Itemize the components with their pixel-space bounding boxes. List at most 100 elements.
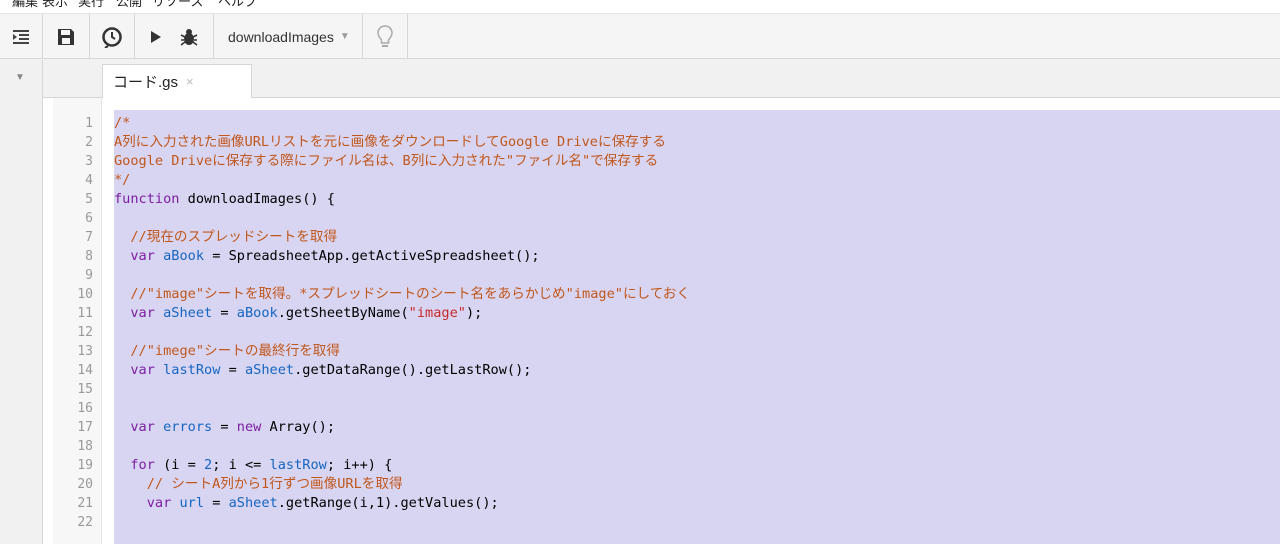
menu-resources[interactable]: リソース xyxy=(152,0,203,10)
line-number: 18 xyxy=(77,439,93,454)
line-number: 9 xyxy=(85,268,93,283)
function-select-label: downloadImages xyxy=(228,28,334,45)
code-token: //"image"シートを取得。*スプレッドシートのシート名をあらかじめ"ima… xyxy=(130,286,691,302)
code-token: ; i++) { xyxy=(326,457,393,473)
code-token: */ xyxy=(114,172,131,188)
code-line[interactable]: 3 Google Driveに保存する際にファイル名は、B列に入力された"ファイル… xyxy=(43,152,1280,171)
code-token: for xyxy=(130,457,155,473)
code-editor[interactable]: 1 /* 2 A列に入力された画像URLリストを元に画像をダウンロードしてGoogle… xyxy=(43,98,1280,544)
code-token: new xyxy=(236,419,262,435)
code-line[interactable]: 10 //"image"シートを取得。*スプレッドシートのシート名をあらかじめ"… xyxy=(43,285,1280,304)
code-token: = xyxy=(212,305,237,321)
code-line[interactable]: 13 //"imege"シートの最終行を取得 xyxy=(43,342,1280,361)
code-token: //"imege"シートの最終行を取得 xyxy=(130,343,340,359)
code-line[interactable]: 20 // シートA列から1行ずつ画像URLを取得 xyxy=(43,475,1280,494)
triggers-icon xyxy=(102,26,122,48)
lightbulb-icon xyxy=(377,24,393,47)
debug-icon xyxy=(180,28,198,46)
code-token: var xyxy=(130,362,155,378)
file-panel: ▼ xyxy=(0,60,43,544)
code-token: /* xyxy=(114,115,131,131)
code-line[interactable]: 14 var lastRow = aSheet.getDataRange().g… xyxy=(43,361,1280,380)
code-token: = xyxy=(204,495,229,511)
menu-run[interactable]: 実行 xyxy=(78,0,104,10)
code-line[interactable]: 11 var aSheet = aBook.getSheetByName("im… xyxy=(43,304,1280,323)
menu-view[interactable]: 表示 xyxy=(42,0,68,10)
line-code: //現在のスプレッドシートを取得 xyxy=(114,228,337,247)
chevron-down-icon: ▼ xyxy=(339,31,350,42)
execution-hints-button[interactable] xyxy=(363,14,407,59)
line-code: var aSheet = aBook.getSheetByName("image… xyxy=(114,304,482,323)
line-number: 11 xyxy=(77,306,93,321)
code-line[interactable]: 4 */ xyxy=(43,171,1280,190)
line-number: 7 xyxy=(85,230,93,245)
code-line[interactable]: 2 A列に入力された画像URLリストを元に画像をダウンロードしてGoogle Dr… xyxy=(43,133,1280,152)
code-token: .getSheetByName( xyxy=(277,305,409,321)
code-token: 2 xyxy=(204,457,213,473)
menu-edit[interactable]: 編集 xyxy=(12,0,38,10)
code-line[interactable]: 9 xyxy=(43,266,1280,285)
code-token: errors xyxy=(163,419,213,435)
line-number: 20 xyxy=(77,477,93,492)
close-icon[interactable]: × xyxy=(186,74,194,89)
code-token: lastRow xyxy=(163,362,221,378)
code-token: aSheet xyxy=(163,305,213,321)
line-number: 17 xyxy=(77,420,93,435)
code-token: var xyxy=(130,305,155,321)
code-line[interactable]: 19 for (i = 2; i <= lastRow; i++) { xyxy=(43,456,1280,475)
function-select[interactable]: downloadImages ▼ xyxy=(228,14,350,59)
code-token: var xyxy=(130,419,155,435)
code-token: url xyxy=(179,495,205,511)
line-number: 3 xyxy=(85,154,93,169)
code-line[interactable]: 8 var aBook = SpreadsheetApp.getActiveSp… xyxy=(43,247,1280,266)
line-number: 10 xyxy=(77,287,93,302)
code-line[interactable]: 6 xyxy=(43,209,1280,228)
line-code: var lastRow = aSheet.getDataRange().getL… xyxy=(114,361,531,380)
save-icon xyxy=(58,28,74,45)
code-token: .getDataRange().getLastRow(); xyxy=(294,362,532,378)
code-token: ); xyxy=(465,305,483,321)
code-line[interactable]: 12 xyxy=(43,323,1280,342)
code-token: Array(); xyxy=(261,419,336,435)
run-icon xyxy=(151,30,161,43)
code-line[interactable]: 21 var url = aSheet.getRange(i,1).getVal… xyxy=(43,494,1280,513)
line-number: 5 xyxy=(85,192,93,207)
menu-help[interactable]: ヘルプ xyxy=(218,0,257,10)
line-number: 4 xyxy=(85,173,93,188)
code-line[interactable]: 18 xyxy=(43,437,1280,456)
run-button[interactable] xyxy=(143,14,169,59)
line-code: var aBook = SpreadsheetApp.getActiveSpre… xyxy=(114,247,539,266)
code-token: aBook xyxy=(236,305,278,321)
code-token: = xyxy=(220,362,245,378)
indent-button[interactable] xyxy=(0,14,42,59)
debug-button[interactable] xyxy=(174,14,204,59)
code-line[interactable]: 5 function downloadImages() { xyxy=(43,190,1280,209)
menu-publish[interactable]: 公開 xyxy=(116,0,142,10)
code-token: lastRow xyxy=(269,457,327,473)
line-number: 21 xyxy=(77,496,93,511)
code-line[interactable]: 22 xyxy=(43,513,1280,532)
line-code: function downloadImages() { xyxy=(114,190,335,209)
code-token: .getRange(i,1).getValues(); xyxy=(277,495,499,511)
code-token: // シートA列から1行ずつ画像URLを取得 xyxy=(146,476,403,492)
code-token: (i = xyxy=(154,457,205,473)
line-code: /* xyxy=(114,114,130,133)
save-button[interactable] xyxy=(43,14,89,59)
code-line[interactable]: 15 xyxy=(43,380,1280,399)
code-line[interactable]: 7 //現在のスプレッドシートを取得 xyxy=(43,228,1280,247)
line-code: A列に入力された画像URLリストを元に画像をダウンロードしてGoogle Dri… xyxy=(114,133,666,152)
tab-code-gs[interactable]: コード.gs × xyxy=(102,64,252,98)
code-line[interactable]: 16 xyxy=(43,399,1280,418)
triggers-button[interactable] xyxy=(90,14,134,59)
code-line[interactable]: 1 /* xyxy=(43,114,1280,133)
indent-icon xyxy=(13,29,29,44)
code-line[interactable]: 17 var errors = new Array(); xyxy=(43,418,1280,437)
collapse-caret-icon[interactable]: ▼ xyxy=(15,72,25,83)
